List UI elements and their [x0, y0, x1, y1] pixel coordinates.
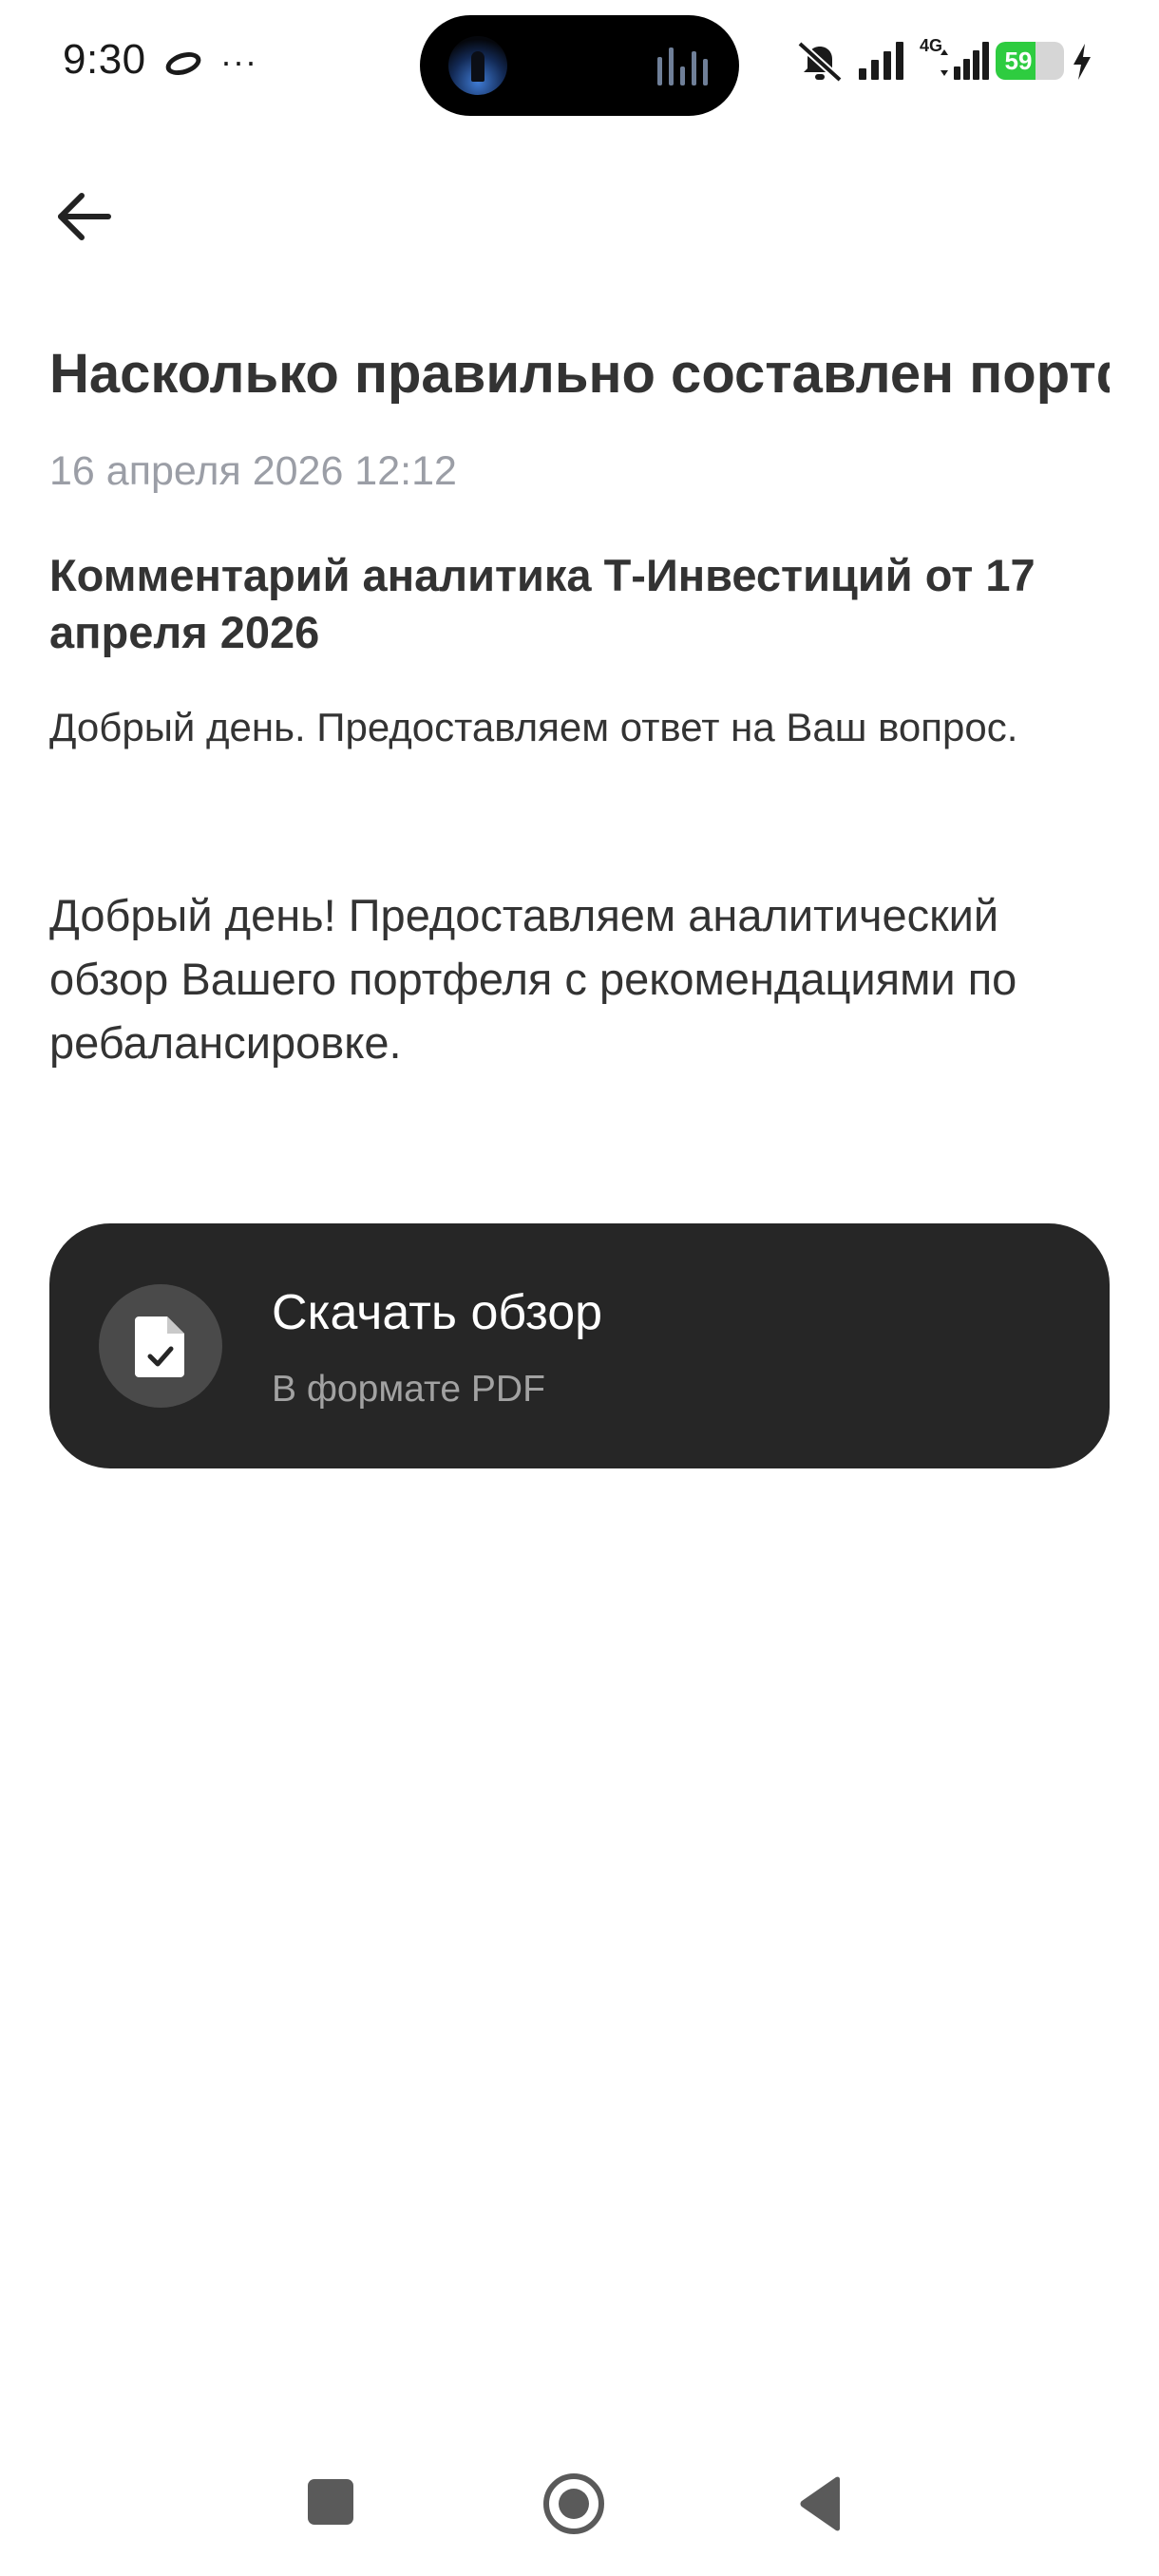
page-title: Насколько правильно составлен портфель с…	[49, 343, 1110, 405]
recents-square-icon[interactable]	[308, 2479, 353, 2525]
signal-strength-icon	[859, 42, 903, 80]
audio-waveform-icon	[657, 47, 714, 85]
reply-intro-text: Добрый день. Предоставляем ответ на Ваш …	[49, 705, 1018, 749]
publish-date: 16 апреля 2026 12:12	[49, 448, 457, 494]
system-navigation-bar	[0, 2432, 1159, 2565]
home-circle-icon[interactable]	[543, 2473, 604, 2534]
back-triangle-icon[interactable]	[796, 2475, 846, 2532]
article-content: Насколько правильно составлен портфель с…	[49, 338, 1110, 1074]
charging-bolt-icon	[1074, 44, 1091, 80]
battery-level: 59	[1004, 47, 1033, 75]
download-review-button[interactable]: Скачать обзор В формате PDF	[49, 1223, 1110, 1468]
media-artwork-thumbnail	[448, 36, 507, 95]
status-time: 9:30	[63, 36, 146, 83]
battery-icon: 59	[996, 42, 1064, 80]
dynamic-island[interactable]	[420, 15, 739, 116]
file-check-icon	[135, 1316, 184, 1377]
ring-icon	[162, 47, 204, 80]
status-bar: 9:30 ··· 4G 59	[0, 0, 1159, 133]
mobile-data-signal-icon	[940, 42, 989, 80]
download-card-title: Скачать обзор	[272, 1285, 603, 1340]
arrow-left-icon	[58, 193, 111, 240]
home-dot	[559, 2489, 589, 2519]
file-icon-circle	[99, 1284, 222, 1408]
bell-off-icon	[797, 41, 843, 83]
analyst-comment-heading: Комментарий аналитика Т-Инвестиций от 17…	[49, 550, 1036, 657]
more-dots-icon: ···	[220, 42, 257, 81]
review-description-text: Добрый день! Предоставляем аналитический…	[49, 890, 1017, 1068]
back-button[interactable]	[44, 177, 124, 256]
download-card-subtitle: В формате PDF	[272, 1369, 545, 1410]
